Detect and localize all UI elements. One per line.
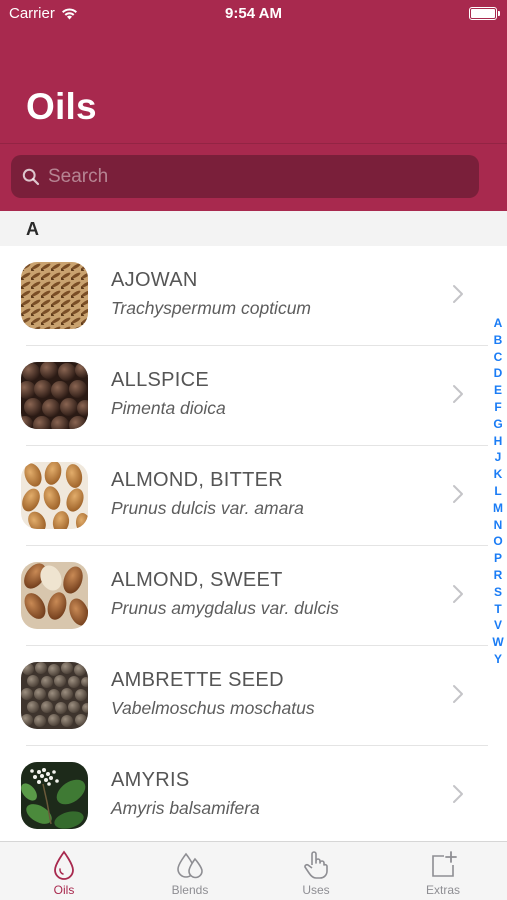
tab-oils[interactable]: Oils [1,842,127,900]
oil-name: AMYRIS [111,769,190,791]
oil-name: AJOWAN [111,269,198,291]
index-letter[interactable]: J [495,449,502,466]
header-bar: Carrier 9:54 AM Oils [0,0,507,211]
index-letter[interactable]: H [494,433,503,450]
oil-latin-name: Prunus amygdalus var. dulcis [111,598,339,618]
index-letter[interactable]: B [494,332,503,349]
tab-label: Extras [425,883,460,897]
drop-icon [54,850,74,880]
add-square-icon [432,851,457,877]
oil-thumbnail [21,662,88,729]
index-letter[interactable]: T [494,601,501,618]
chevron-right-icon [453,585,463,603]
chevron-right-icon [453,485,463,503]
tab-blends[interactable]: Blends [127,842,253,900]
index-letter[interactable]: G [493,416,502,433]
oil-name: ALMOND, BITTER [111,469,283,491]
index-letter[interactable]: K [494,466,503,483]
battery-icon [469,7,500,20]
index-letter[interactable]: M [493,500,503,517]
section-header: A [0,211,507,246]
list-item[interactable]: AMYRIS Amyris balsamifera [0,746,507,846]
index-letter[interactable]: D [494,365,503,382]
tab-label: Oils [53,883,75,897]
chevron-right-icon [453,385,463,403]
chevron-right-icon [453,685,463,703]
index-letter[interactable]: R [494,567,503,584]
hand-pointer-icon [304,851,328,879]
search-bar[interactable] [11,155,479,198]
oil-thumbnail [21,262,88,329]
oil-latin-name: Amyris balsamifera [111,798,260,818]
search-icon [22,168,40,185]
oil-thumbnail [21,462,88,529]
oil-latin-name: Trachyspermum copticum [111,298,312,318]
list-item[interactable]: ALLSPICE Pimenta dioica [0,346,507,446]
index-letter[interactable]: S [494,584,502,601]
oil-list: AJOWAN Trachyspermum copticum ALLSPICE P… [0,246,507,846]
list-item[interactable]: ALMOND, BITTER Prunus dulcis var. amara [0,446,507,546]
list-item[interactable]: ALMOND, SWEET Prunus amygdalus var. dulc… [0,546,507,646]
section-letter: A [26,219,39,239]
index-letter[interactable]: P [494,550,502,567]
header-divider [0,143,507,144]
tab-label: Blends [171,883,209,897]
index-letter[interactable]: L [494,483,501,500]
oil-thumbnail [21,362,88,429]
oil-latin-name: Pimenta dioica [111,398,226,418]
oil-latin-name: Prunus dulcis var. amara [111,498,304,518]
index-letter[interactable]: C [494,349,503,366]
index-letter[interactable]: W [492,634,503,651]
chevron-right-icon [453,785,463,803]
drops-icon [177,852,203,879]
index-letter[interactable]: O [493,533,502,550]
tab-uses[interactable]: Uses [253,842,379,900]
page-title: Oils [26,86,97,127]
tab-label: Uses [302,883,330,897]
index-letter[interactable]: F [494,399,501,416]
search-input[interactable] [48,165,448,188]
index-letter[interactable]: E [494,382,502,399]
tab-bar: Oils Blends Uses Extras [0,841,507,900]
oil-thumbnail [21,562,88,629]
oil-thumbnail [21,762,88,829]
index-letter[interactable]: V [494,617,502,634]
oil-name: ALMOND, SWEET [111,569,283,591]
list-item[interactable]: AMBRETTE SEED Vabelmoschus moschatus [0,646,507,746]
index-letter[interactable]: A [494,315,503,332]
list-item[interactable]: AJOWAN Trachyspermum copticum [0,246,507,346]
oil-name: AMBRETTE SEED [111,669,284,691]
tab-extras[interactable]: Extras [380,842,506,900]
oil-latin-name: Vabelmoschus moschatus [111,698,315,718]
status-bar: Carrier 9:54 AM [0,0,507,28]
oil-name: ALLSPICE [111,369,210,391]
index-letter[interactable]: N [494,517,503,534]
index-letter[interactable]: Y [494,651,502,668]
section-index[interactable]: A B C D E F G H J K L M N O P R S T V W … [488,315,507,668]
chevron-right-icon [453,285,463,303]
status-time: 9:54 AM [225,5,282,22]
